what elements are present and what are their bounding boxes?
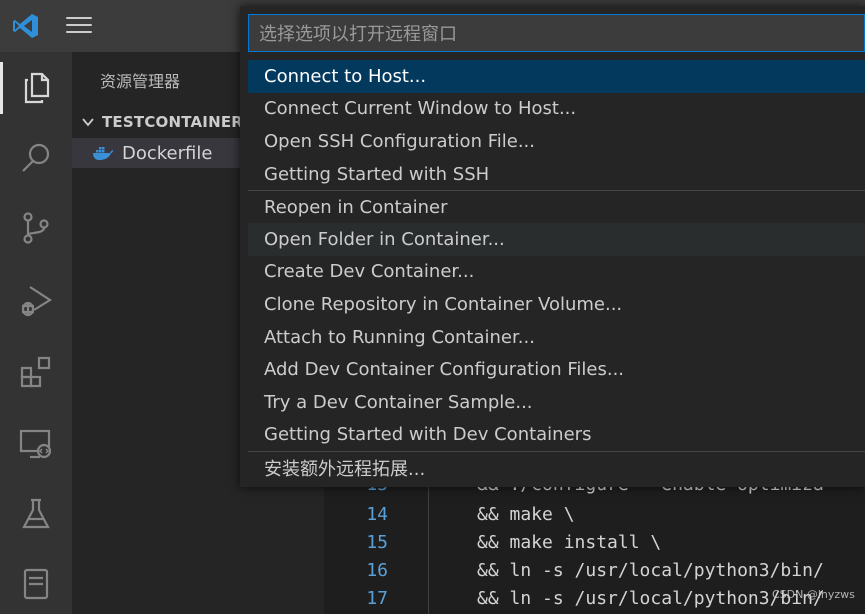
remote-quick-pick: 选择选项以打开远程窗口 Connect to Host... Connect Cu… (240, 6, 865, 487)
folder-name: TESTCONTAINER (102, 113, 244, 131)
remote-explorer-icon[interactable] (0, 412, 72, 476)
quick-pick-item[interactable]: Reopen in Container (248, 190, 865, 223)
testing-icon[interactable] (0, 482, 72, 546)
quick-pick-item[interactable]: Clone Repository in Container Volume... (248, 288, 865, 321)
chevron-down-icon (82, 118, 94, 127)
quick-pick-item[interactable]: Create Dev Container... (248, 256, 865, 289)
quick-pick-item[interactable]: Connect to Host... (248, 60, 865, 93)
quick-pick-item[interactable]: Open Folder in Container... (248, 222, 865, 256)
line-number: 17 (366, 588, 388, 609)
quick-pick-item[interactable]: Add Dev Container Configuration Files... (248, 353, 865, 386)
quick-pick-item-label: Getting Started with Dev Containers (264, 424, 592, 446)
line-number: 15 (366, 532, 388, 553)
line-number: 16 (366, 560, 388, 581)
code-line: 16 && ln -s /usr/local/python3/bin/ (324, 560, 865, 588)
quick-pick-item-label: Try a Dev Container Sample... (264, 391, 533, 413)
quick-pick-item[interactable]: Try a Dev Container Sample... (248, 386, 865, 419)
quick-pick-item-label: Open Folder in Container... (264, 228, 505, 250)
quick-pick-item-label: Connect Current Window to Host... (264, 98, 577, 120)
quick-pick-input[interactable]: 选择选项以打开远程窗口 (248, 14, 865, 52)
quick-pick-item-label: Getting Started with SSH (264, 163, 490, 185)
quick-pick-item[interactable]: Getting Started with Dev Containers (248, 419, 865, 452)
line-number: 14 (366, 504, 388, 525)
quick-pick-item-label: Attach to Running Container... (264, 326, 535, 348)
watermark: CSDN @lhyzws (772, 588, 855, 601)
code-line: 14 && make \ (324, 504, 865, 532)
quick-pick-item-label: Open SSH Configuration File... (264, 130, 535, 152)
notebook-icon[interactable] (0, 552, 72, 614)
source-control-icon[interactable] (0, 196, 72, 260)
code-text: && make \ (477, 504, 575, 525)
sidebar-title: 资源管理器 (100, 72, 181, 91)
quick-pick-item-label: Create Dev Container... (264, 261, 475, 283)
code-line: 15 && make install \ (324, 532, 865, 560)
quick-pick-placeholder: 选择选项以打开远程窗口 (259, 24, 457, 45)
vscode-logo-icon (13, 14, 38, 38)
file-name: Dockerfile (122, 142, 213, 164)
quick-pick-item[interactable]: Open SSH Configuration File... (248, 125, 865, 158)
hamburger-menu-icon[interactable] (66, 17, 92, 35)
quick-pick-item-label: Clone Repository in Container Volume... (264, 293, 623, 315)
explorer-icon[interactable] (0, 56, 72, 120)
quick-pick-item-label: 安装额外远程拓展... (264, 458, 426, 480)
quick-pick-item-label: Reopen in Container (264, 196, 448, 218)
code-text: && ln -s /usr/local/python3/bin/ (477, 560, 824, 581)
run-debug-icon[interactable] (0, 268, 72, 332)
quick-pick-item[interactable]: Getting Started with SSH (248, 158, 865, 191)
quick-pick-item[interactable]: Attach to Running Container... (248, 321, 865, 354)
quick-pick-item[interactable]: 安装额外远程拓展... (248, 451, 865, 484)
quick-pick-item[interactable]: Connect Current Window to Host... (248, 93, 865, 126)
quick-pick-item-label: Connect to Host... (264, 65, 427, 87)
code-text: && make install \ (477, 532, 662, 553)
quick-pick-list: Connect to Host... Connect Current Window… (248, 60, 865, 484)
extensions-icon[interactable] (0, 340, 72, 404)
docker-icon (93, 147, 113, 160)
search-icon[interactable] (0, 126, 72, 190)
quick-pick-item-label: Add Dev Container Configuration Files... (264, 359, 625, 381)
activity-bar (0, 52, 72, 614)
